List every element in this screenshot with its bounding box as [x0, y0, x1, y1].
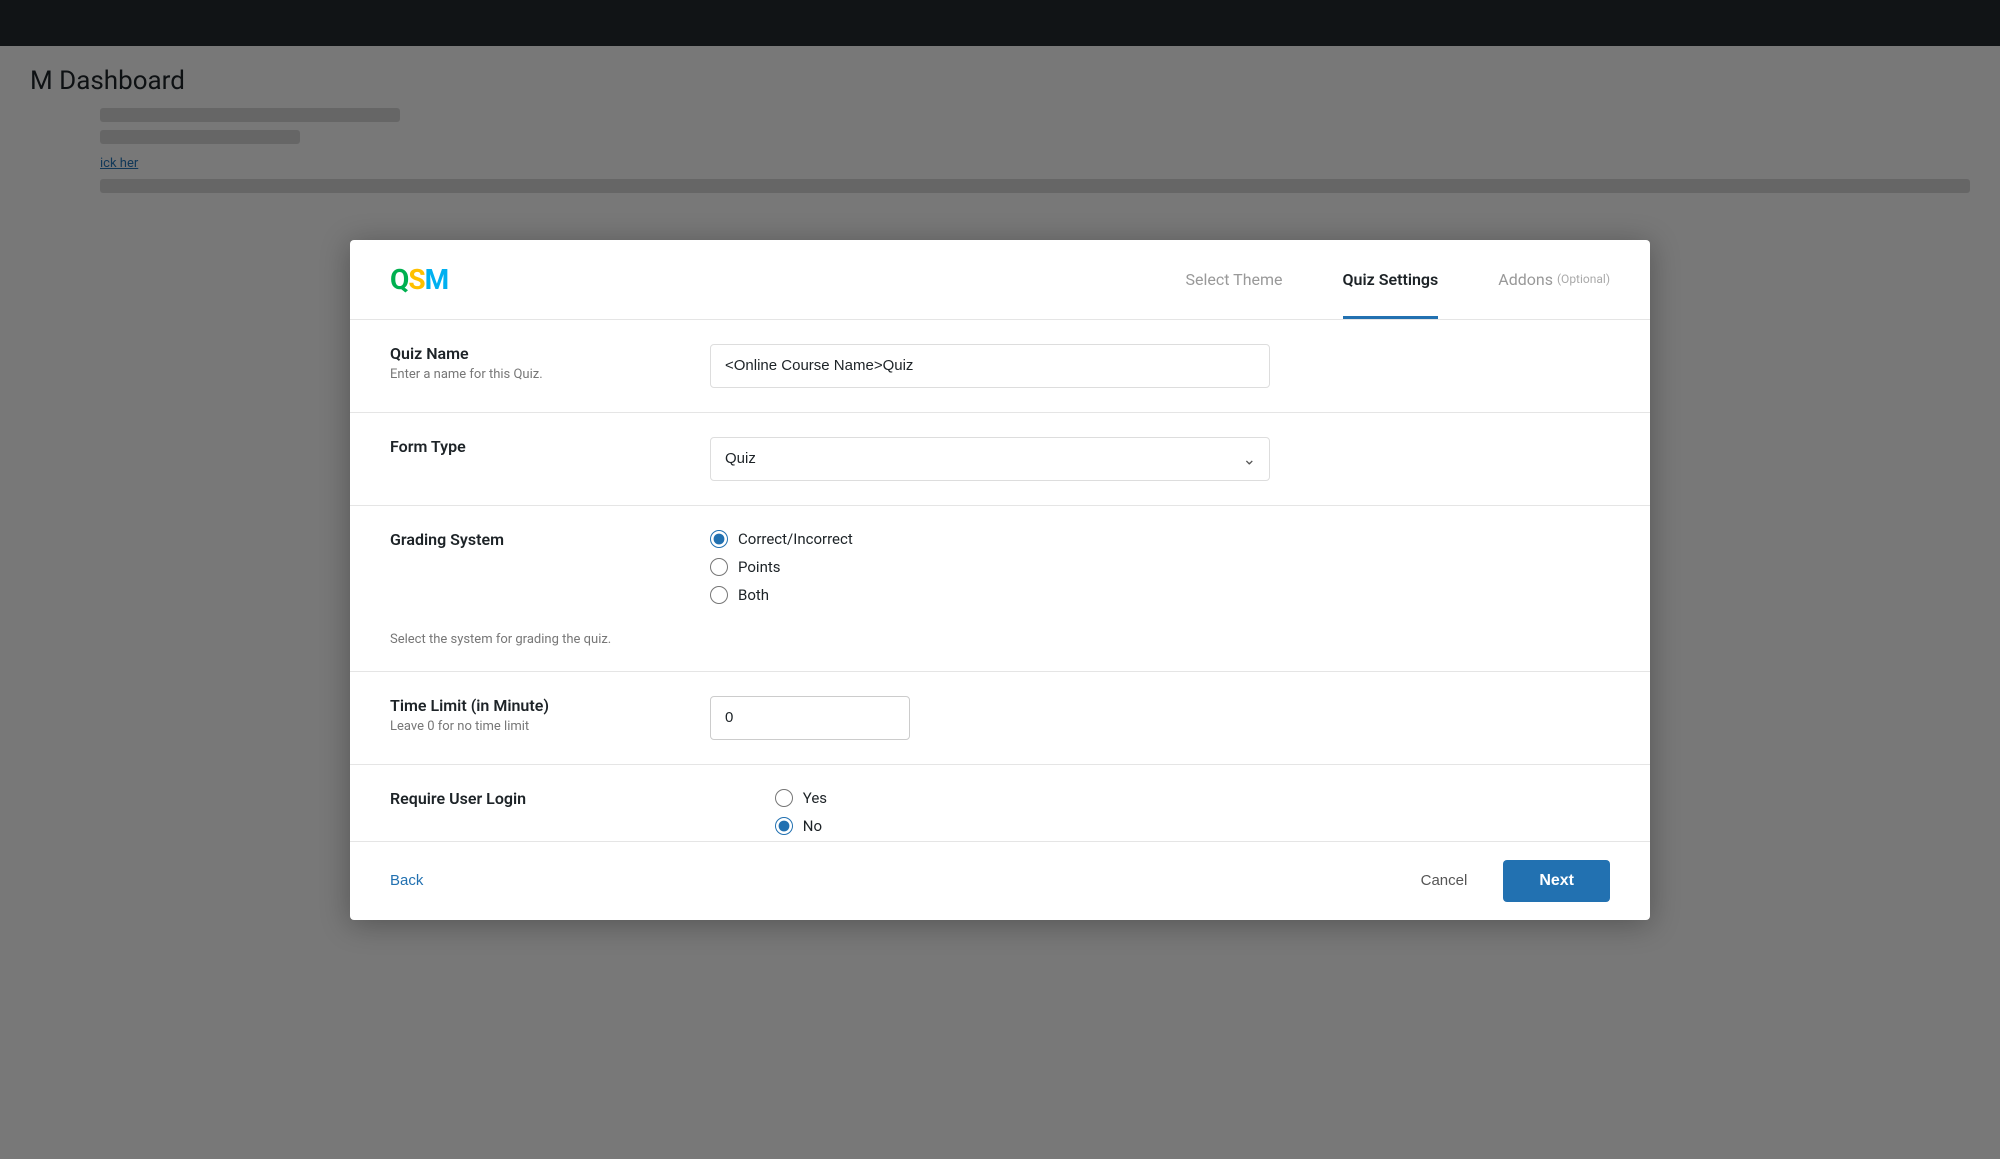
require-login-label-group: Require User Login Enabling this allows …: [390, 789, 715, 841]
form-type-select-wrapper: Quiz Survey Poll ⌄: [710, 437, 1270, 481]
require-login-label: Require User Login: [390, 789, 715, 808]
logo-s: S: [408, 263, 424, 296]
time-limit-label-group: Time Limit (in Minute) Leave 0 for no ti…: [390, 696, 650, 734]
footer-right: Cancel Next: [1401, 860, 1610, 902]
form-type-input-group: Quiz Survey Poll ⌄: [710, 437, 1610, 481]
tab-select-theme-label: Select Theme: [1186, 270, 1283, 289]
time-limit-description: Leave 0 for no time limit: [390, 719, 650, 734]
tab-addons-optional: (Optional): [1557, 272, 1610, 286]
quiz-modal: QSM Select Theme Quiz Settings Addons (O…: [350, 240, 1650, 920]
login-no-label: No: [803, 817, 822, 835]
modal-header: QSM Select Theme Quiz Settings Addons (O…: [350, 240, 1650, 320]
login-no[interactable]: No: [775, 817, 1610, 835]
form-type-section: Form Type Quiz Survey Poll ⌄: [350, 413, 1650, 506]
quiz-name-section: Quiz Name Enter a name for this Quiz.: [350, 320, 1650, 413]
login-yes-label: Yes: [803, 789, 827, 807]
modal-footer: Back Cancel Next: [350, 841, 1650, 920]
logo-m: M: [425, 263, 449, 296]
quiz-name-input-group: [710, 344, 1610, 388]
time-limit-input-group: [710, 696, 1610, 740]
grading-correct-incorrect-radio[interactable]: [710, 530, 728, 548]
tab-quiz-settings[interactable]: Quiz Settings: [1343, 240, 1439, 319]
grading-system-description: Select the system for grading the quiz.: [390, 632, 650, 647]
tab-addons[interactable]: Addons (Optional): [1498, 240, 1610, 319]
time-limit-input[interactable]: [710, 696, 910, 740]
grading-system-section: Grading System Select the system for gra…: [350, 506, 1650, 672]
login-yes-radio[interactable]: [775, 789, 793, 807]
grading-both[interactable]: Both: [710, 586, 1610, 604]
quiz-name-description: Enter a name for this Quiz.: [390, 367, 650, 382]
grading-system-label: Grading System: [390, 530, 650, 549]
grading-both-radio[interactable]: [710, 586, 728, 604]
form-type-select[interactable]: Quiz Survey Poll: [710, 437, 1270, 481]
grading-points[interactable]: Points: [710, 558, 1610, 576]
form-type-label: Form Type: [390, 437, 650, 456]
login-yes[interactable]: Yes: [775, 789, 1610, 807]
require-login-radio-group: Yes No: [775, 789, 1610, 835]
cancel-button[interactable]: Cancel: [1401, 862, 1488, 899]
grading-system-radio-group: Correct/Incorrect Points Both: [710, 530, 1610, 604]
tab-quiz-settings-label: Quiz Settings: [1343, 270, 1439, 289]
nav-tabs: Select Theme Quiz Settings Addons (Optio…: [1186, 240, 1610, 319]
require-login-section: Require User Login Enabling this allows …: [350, 765, 1650, 841]
tab-addons-label: Addons: [1498, 270, 1553, 289]
grading-correct-incorrect-label: Correct/Incorrect: [738, 530, 853, 548]
form-type-label-group: Form Type: [390, 437, 650, 460]
quiz-name-label: Quiz Name: [390, 344, 650, 363]
time-limit-section: Time Limit (in Minute) Leave 0 for no ti…: [350, 672, 1650, 765]
quiz-name-label-group: Quiz Name Enter a name for this Quiz.: [390, 344, 650, 382]
grading-points-label: Points: [738, 558, 781, 576]
grading-points-radio[interactable]: [710, 558, 728, 576]
modal-overlay: QSM Select Theme Quiz Settings Addons (O…: [0, 0, 2000, 1159]
logo-q: Q: [390, 263, 408, 296]
grading-system-label-group: Grading System Select the system for gra…: [390, 530, 650, 647]
back-button[interactable]: Back: [390, 864, 423, 897]
next-button[interactable]: Next: [1503, 860, 1610, 902]
grading-both-label: Both: [738, 586, 769, 604]
tab-select-theme[interactable]: Select Theme: [1186, 240, 1283, 319]
require-login-input-group: Yes No: [775, 789, 1610, 835]
modal-body: Quiz Name Enter a name for this Quiz. Fo…: [350, 320, 1650, 841]
login-no-radio[interactable]: [775, 817, 793, 835]
quiz-name-input[interactable]: [710, 344, 1270, 388]
grading-correct-incorrect[interactable]: Correct/Incorrect: [710, 530, 1610, 548]
time-limit-label: Time Limit (in Minute): [390, 696, 650, 715]
grading-system-input-group: Correct/Incorrect Points Both: [710, 530, 1610, 604]
logo: QSM: [390, 263, 448, 296]
